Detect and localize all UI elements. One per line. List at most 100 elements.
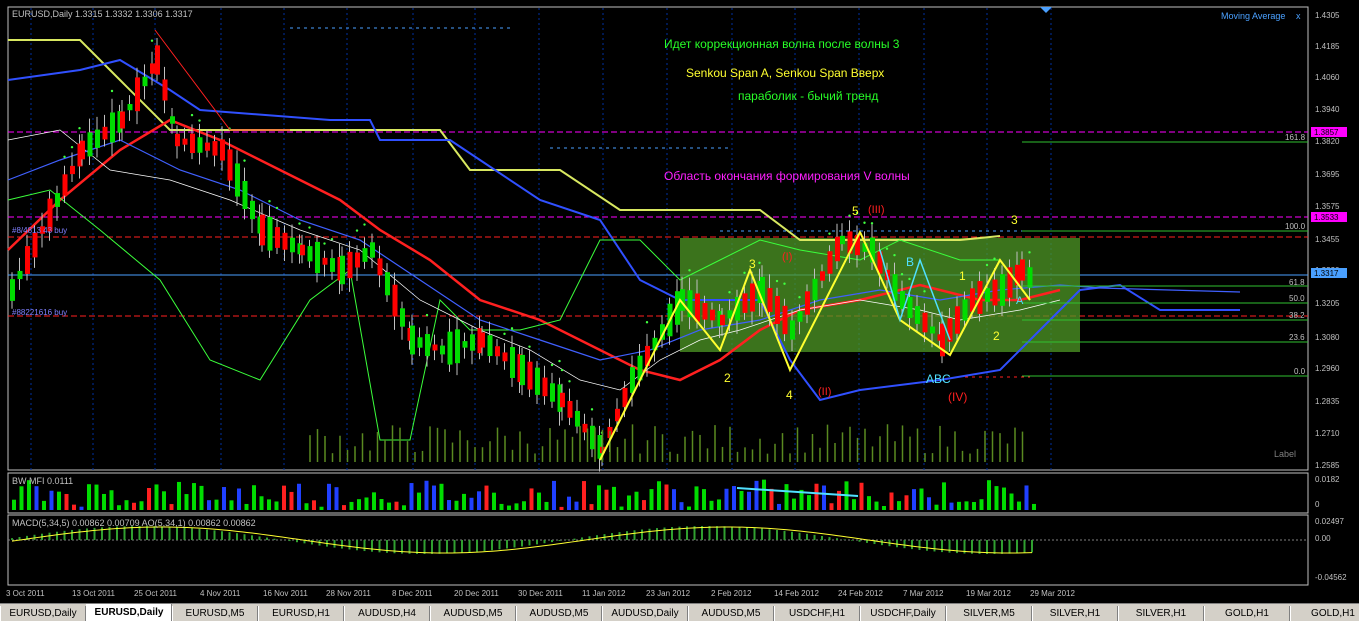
- main-chart-header: EURUSD,Daily 1.3315 1.3332 1.3306 1.3317: [12, 9, 193, 19]
- mfi-axis-bottom: 0: [1315, 500, 1320, 509]
- wave-label-5: 5: [852, 204, 859, 218]
- candle-body: [907, 296, 913, 319]
- candle-body: [290, 237, 295, 253]
- candlesticks: [10, 38, 1033, 472]
- tab-eurusd-m5[interactable]: EURUSD,M5: [172, 606, 258, 621]
- candle-body: [370, 242, 375, 258]
- tab-usdchf-h1[interactable]: USDCHF,H1: [774, 606, 860, 621]
- indicator-close-icon[interactable]: x: [1296, 11, 1301, 21]
- candle-body: [790, 320, 795, 340]
- mfi-bar: [387, 502, 391, 510]
- tab-gold-h1[interactable]: GOLD,H1: [1204, 606, 1290, 621]
- psar-dot: [870, 222, 874, 225]
- candle-body: [992, 279, 998, 306]
- candle-body: [915, 306, 920, 324]
- tab-silver-h1[interactable]: SILVER,H1: [1032, 606, 1118, 621]
- mfi-bar: [634, 491, 639, 510]
- mfi-bar: [919, 488, 924, 510]
- mfi-bar: [754, 480, 759, 510]
- candle-body: [315, 241, 320, 274]
- wave-label-abc: ABC: [926, 372, 951, 386]
- psar-dot: [510, 327, 514, 330]
- mfi-bar: [1024, 485, 1029, 510]
- fib-level-labels: 161.8 100.0 61.8 50.0 38.2 23.6 0.0: [1285, 133, 1306, 376]
- scroll-marker-icon[interactable]: [1040, 7, 1052, 13]
- tab-silver-h1[interactable]: SILVER,H1: [1118, 606, 1204, 621]
- mfi-bar: [334, 487, 339, 510]
- candle-body: [742, 293, 748, 313]
- mfi-bar: [949, 502, 954, 510]
- mfi-bar: [552, 480, 556, 510]
- candle-body: [527, 361, 533, 390]
- wave-label-2b: 2: [993, 329, 1000, 343]
- price-tick: 1.4305: [1315, 11, 1340, 20]
- mfi-bar: [357, 499, 361, 510]
- candle-body: [142, 76, 148, 87]
- mfi-bar: [897, 501, 901, 510]
- mfi-bar: [934, 504, 939, 510]
- candle-body: [120, 111, 125, 129]
- tab-audusd-m5[interactable]: AUDUSD,M5: [688, 606, 774, 621]
- tab-audusd-m5[interactable]: AUDUSD,M5: [430, 606, 516, 621]
- psar-dot: [798, 296, 801, 299]
- tab-audusd-m5[interactable]: AUDUSD,M5: [516, 606, 602, 621]
- mfi-bar: [432, 485, 436, 510]
- grid-lines: [8, 8, 1308, 541]
- candle-body: [400, 308, 405, 327]
- mfi-bar: [709, 500, 714, 510]
- psar-dot: [828, 232, 831, 235]
- mfi-bar: [94, 484, 99, 510]
- mfi-header: BW MFI 0.0111: [12, 476, 73, 486]
- mfi-bar: [319, 506, 324, 510]
- mfi-bar: [687, 506, 691, 510]
- mfi-bar: [619, 506, 624, 510]
- fib-tag-1618-text: 1.3857: [1314, 128, 1339, 137]
- candle-body: [440, 345, 445, 355]
- macd-axis-mid: 0.00: [1315, 534, 1331, 543]
- mfi-bar: [222, 487, 226, 510]
- wave-label-2: 2: [724, 371, 731, 385]
- mfi-bar: [469, 497, 474, 510]
- tab-usdchf-daily[interactable]: USDCHF,Daily: [860, 606, 946, 621]
- candle-body: [102, 126, 108, 140]
- chart-canvas[interactable]: EURUSD,Daily 1.3315 1.3332 1.3306 1.3317…: [0, 0, 1359, 603]
- candle-body: [392, 284, 398, 317]
- tab-audusd-daily[interactable]: AUDUSD,Daily: [602, 606, 688, 621]
- mfi-bar: [672, 489, 676, 510]
- mfi-bar: [777, 503, 781, 510]
- tab-eurusd-h1[interactable]: EURUSD,H1: [258, 606, 344, 621]
- candle-body: [535, 367, 540, 395]
- fib-label: 23.6: [1289, 333, 1305, 342]
- candle-body: [190, 133, 195, 154]
- mfi-bar: [912, 489, 916, 510]
- candle-body: [250, 200, 255, 220]
- date-tick: 23 Jan 2012: [646, 589, 691, 598]
- wave-label-i-red: (I): [782, 251, 792, 263]
- tab-eurusd-daily[interactable]: EURUSD,Daily: [86, 604, 172, 621]
- psar-dot: [308, 226, 311, 229]
- mfi-bar: [327, 483, 331, 510]
- mfi-bar: [477, 491, 481, 510]
- tab-eurusd-daily[interactable]: EURUSD,Daily: [0, 606, 86, 621]
- psar-dot: [528, 345, 531, 348]
- mfi-bar: [102, 493, 106, 510]
- candle-body: [220, 139, 225, 161]
- tab-gold-h1[interactable]: GOLD,H1: [1290, 606, 1359, 621]
- current-price-text: 1.3317: [1314, 269, 1339, 278]
- macd-axis-bottom: -0.04562: [1315, 573, 1347, 582]
- mfi-bar: [717, 499, 721, 510]
- mfi-bar: [439, 483, 444, 510]
- indicator-label: Moving Average: [1221, 11, 1285, 21]
- mfi-bar: [889, 492, 894, 510]
- candle-body: [520, 354, 525, 386]
- candle-body: [985, 288, 990, 302]
- macd-axis-top: 0.02497: [1315, 517, 1344, 526]
- candle-body: [330, 258, 335, 272]
- mfi-bar: [72, 504, 76, 510]
- wave-label-a: A: [1016, 295, 1024, 307]
- tab-silver-m5[interactable]: SILVER,M5: [946, 606, 1032, 621]
- mfi-bar: [522, 501, 526, 510]
- mfi-bar: [229, 500, 234, 510]
- mfi-bar: [529, 488, 534, 510]
- tab-audusd-h4[interactable]: AUDUSD,H4: [344, 606, 430, 621]
